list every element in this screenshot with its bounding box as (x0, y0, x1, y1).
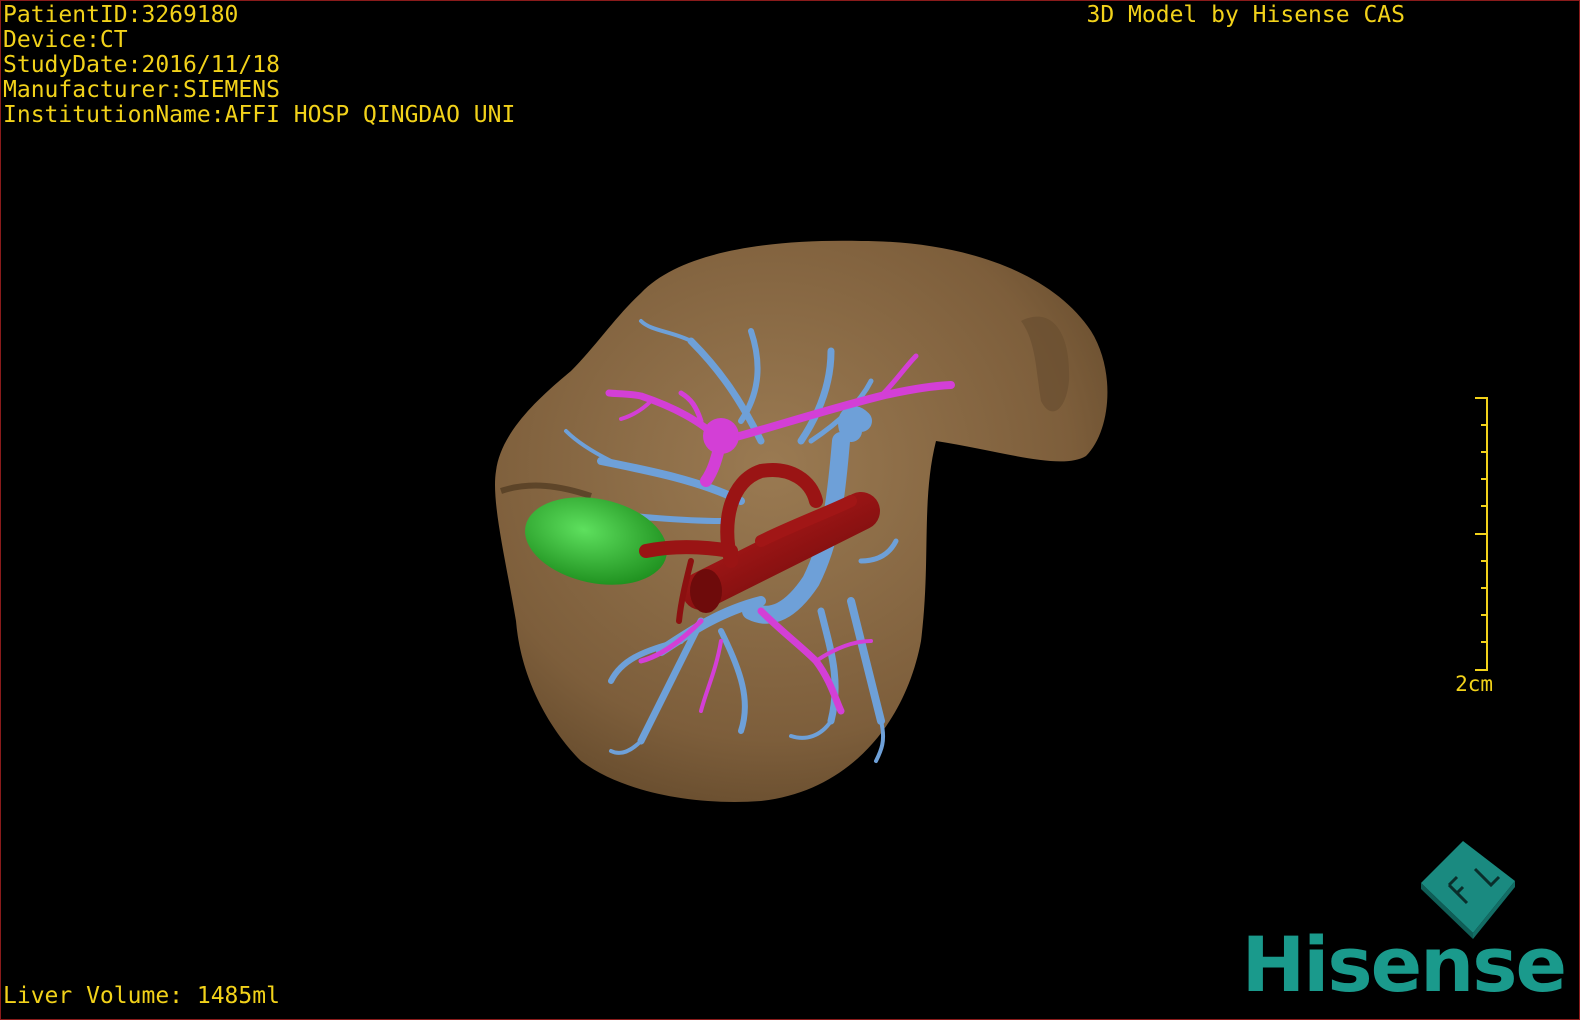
orientation-label: FL (1413, 833, 1415, 834)
institution-name: InstitutionName:AFFI HOSP QINGDAO UNI (3, 102, 516, 128)
dicom-info-block: PatientID:3269180 Device:CT StudyDate:2016… (3, 3, 515, 128)
model-credit: 3D Model by Hisense CAS (1086, 2, 1406, 28)
liver-volume: Liver Volume: 1485ml (3, 983, 280, 1009)
device: Device:CT (3, 27, 128, 53)
study-date: StudyDate:2016/11/18 (3, 52, 280, 78)
liver-3d-model[interactable] (1, 1, 1579, 1019)
3d-viewport[interactable]: PatientID:3269180 Device:CT StudyDate:2016… (0, 0, 1580, 1020)
portal-vein-junction (703, 418, 739, 454)
scale-bar (1475, 397, 1488, 671)
patient-id: PatientID:3269180 (3, 2, 239, 28)
scale-label: 2cm (1455, 672, 1493, 696)
hisense-logo: Hisense (1241, 920, 1567, 1009)
artery-cut-end (690, 569, 722, 613)
manufacturer: Manufacturer:SIEMENS (3, 77, 280, 103)
